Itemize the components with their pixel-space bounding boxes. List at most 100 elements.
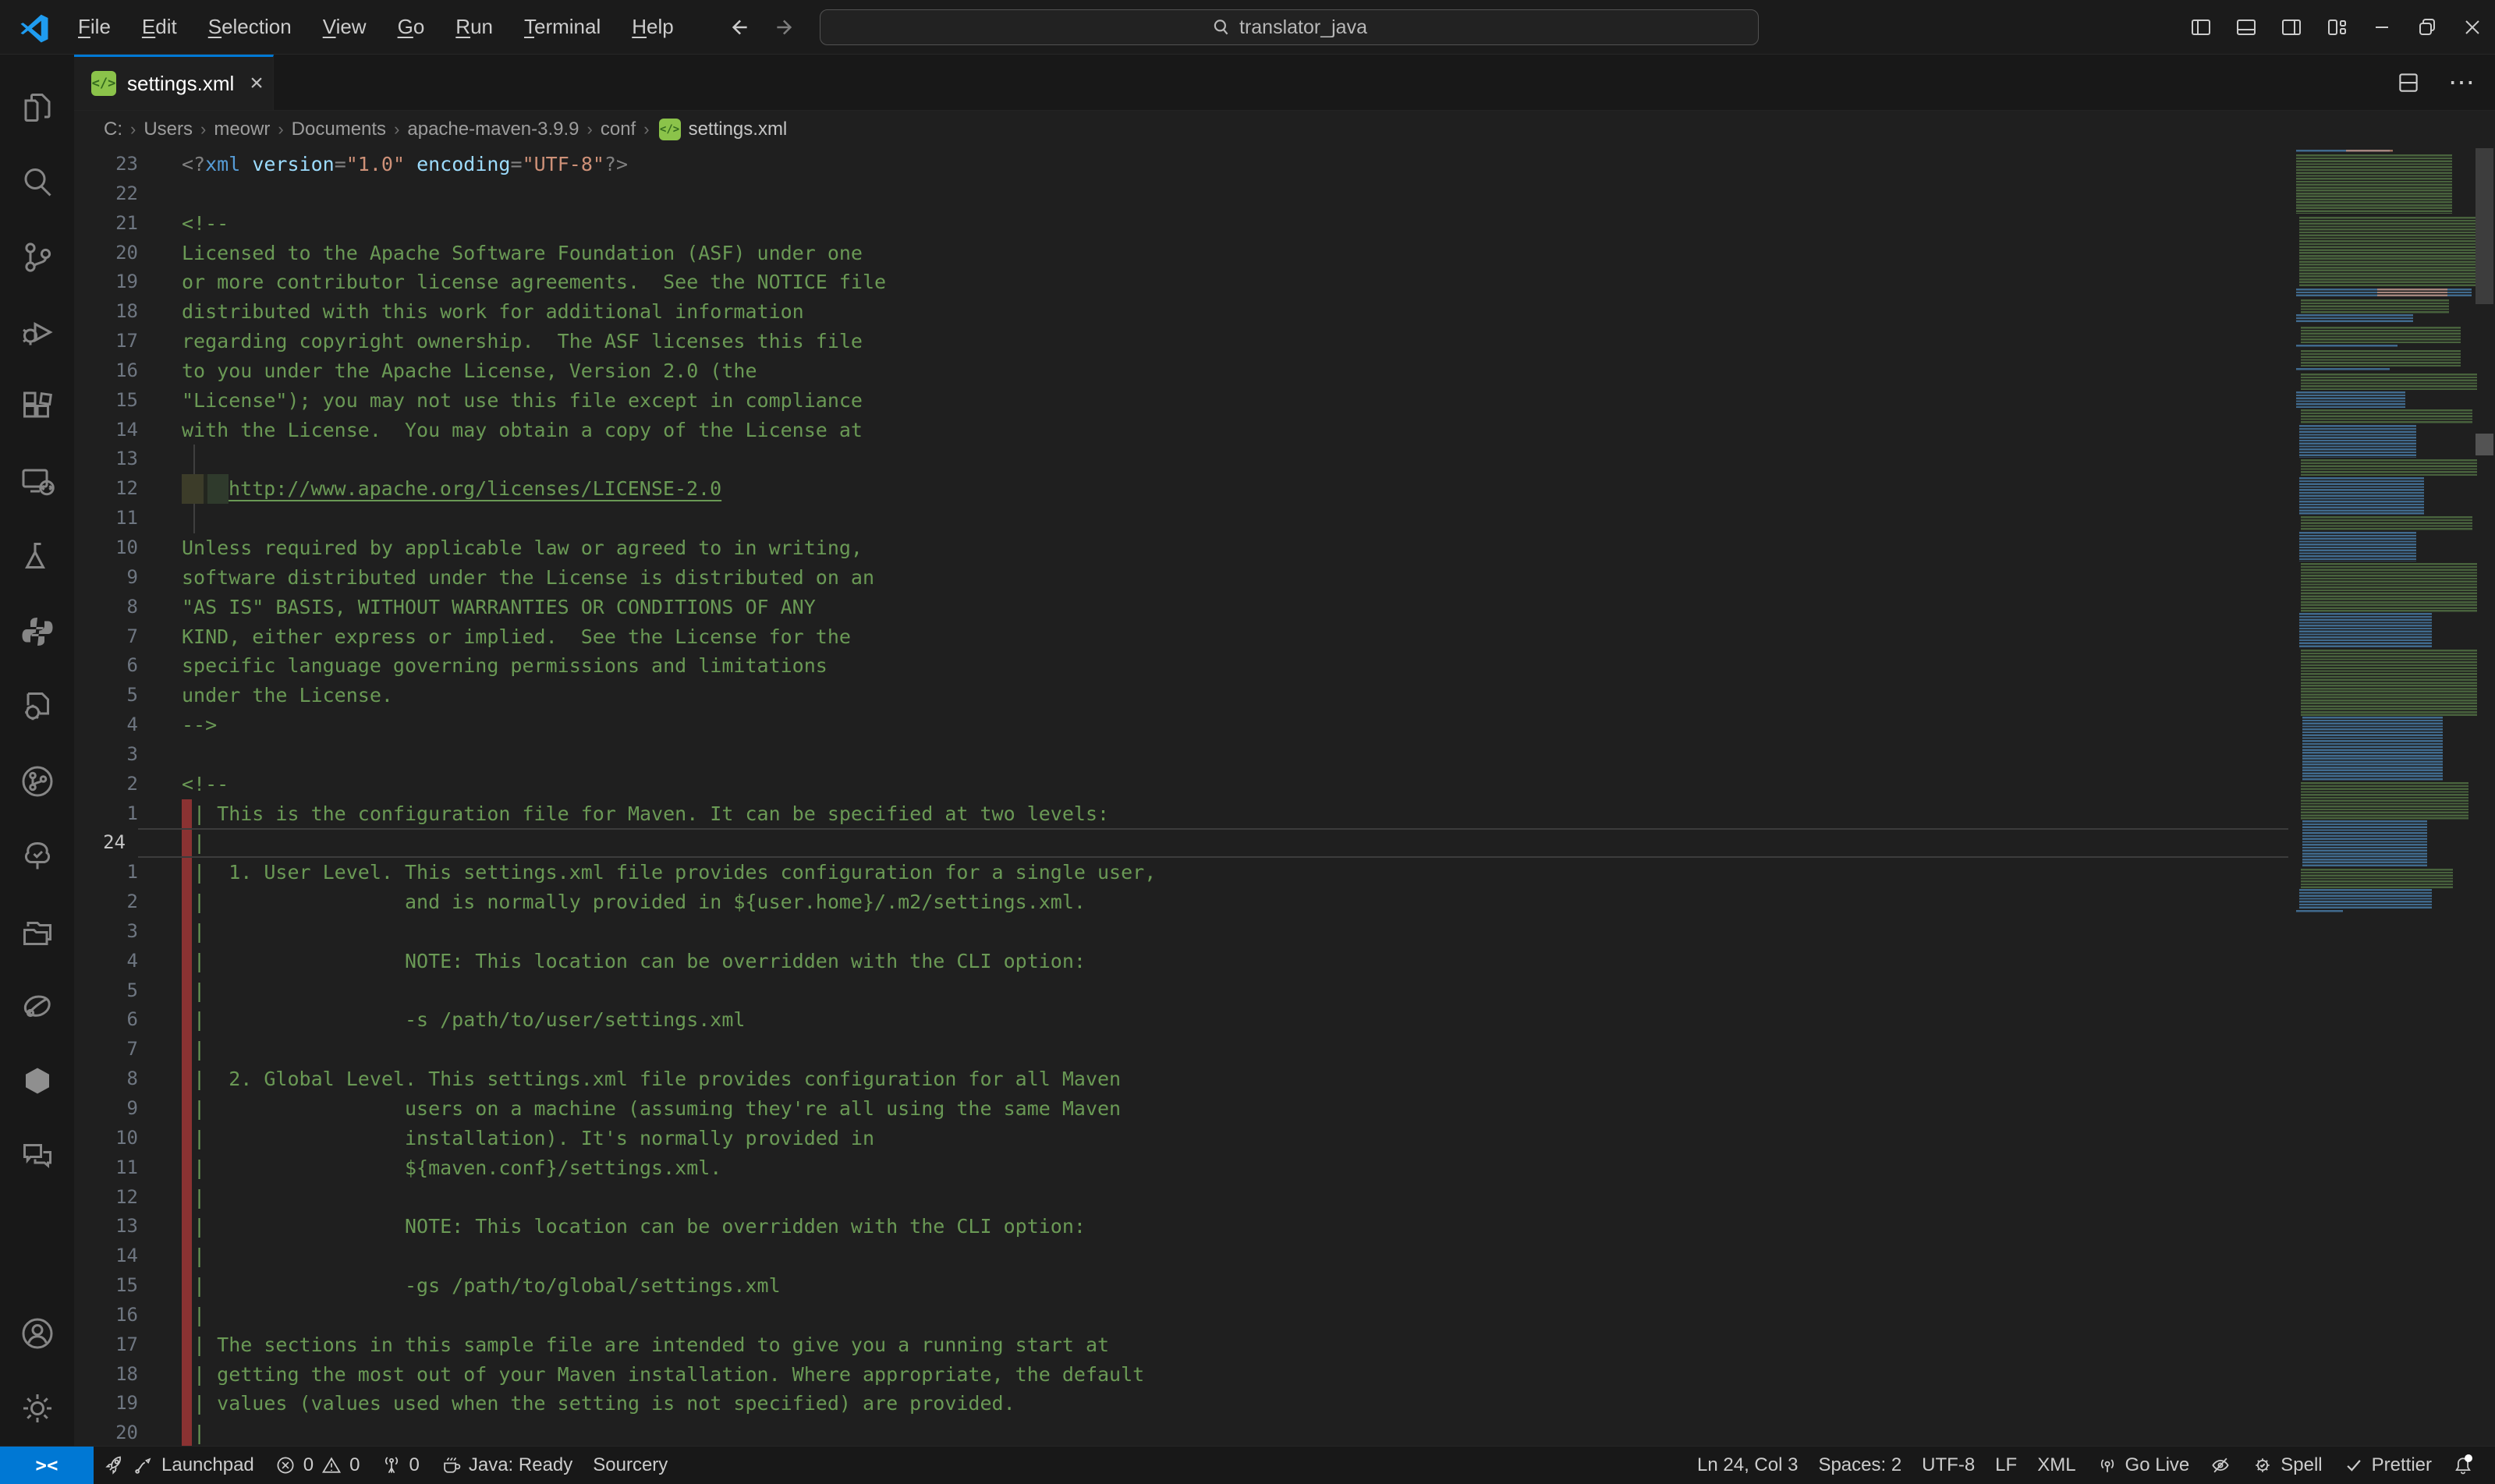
folder-library-icon[interactable] [0, 894, 74, 969]
code-line[interactable]: 5 | [74, 976, 2288, 1006]
code-line[interactable]: 19 | values (values used when the settin… [74, 1389, 2288, 1418]
customize-layout-button[interactable] [2314, 0, 2359, 55]
code-line[interactable]: 12 | [74, 1183, 2288, 1213]
code-line[interactable]: 2 | and is normally provided in ${user.h… [74, 887, 2288, 917]
line-number[interactable]: 10 [88, 533, 138, 563]
code-line[interactable]: 17regarding copyright ownership. The ASF… [74, 327, 2288, 356]
notifications-item[interactable] [2442, 1447, 2484, 1484]
line-number[interactable]: 18 [88, 297, 138, 327]
problems-item[interactable]: 0 0 [264, 1447, 370, 1484]
line-number[interactable]: 20 [88, 239, 138, 268]
line-number[interactable]: 16 [88, 1301, 138, 1330]
remote-indicator[interactable]: >< [0, 1447, 94, 1484]
menu-help[interactable]: Help [618, 9, 687, 45]
line-number[interactable]: 5 [88, 681, 138, 710]
line-number[interactable]: 9 [88, 1094, 138, 1124]
code-line[interactable]: 16 | [74, 1301, 2288, 1330]
indentation-item[interactable]: Spaces: 2 [1808, 1447, 1912, 1484]
hexagon-extension-icon[interactable] [0, 1043, 74, 1118]
code-line[interactable]: 9 | users on a machine (assuming they're… [74, 1094, 2288, 1124]
code-line[interactable]: 11 [74, 504, 2288, 533]
remote-explorer-icon[interactable] [0, 444, 74, 519]
code-line[interactable]: 14 | [74, 1241, 2288, 1271]
command-center-search[interactable]: translator_java [820, 9, 1759, 45]
spell-checker-item[interactable]: Spell [2242, 1447, 2332, 1484]
toggle-secondary-sidebar-button[interactable] [2269, 0, 2314, 55]
line-number[interactable]: 15 [88, 1271, 138, 1301]
line-number[interactable]: 12 [88, 1183, 138, 1213]
minimap[interactable] [2291, 148, 2474, 1446]
line-number[interactable]: 9 [88, 563, 138, 593]
line-number[interactable]: 2 [88, 770, 138, 799]
prettier-item[interactable]: Prettier [2333, 1447, 2442, 1484]
code-line[interactable]: 17 | The sections in this sample file ar… [74, 1330, 2288, 1360]
scrollbar-thumb[interactable] [2476, 148, 2493, 304]
code-line[interactable]: 5under the License. [74, 681, 2288, 710]
line-number[interactable]: 22 [88, 179, 138, 209]
line-number[interactable]: 16 [88, 356, 138, 386]
tree-provider-icon[interactable] [0, 819, 74, 894]
line-number[interactable]: 3 [88, 740, 138, 770]
code-line[interactable]: 23<?xml version="1.0" encoding="UTF-8"?> [74, 150, 2288, 179]
code-line[interactable]: 18 | getting the most out of your Maven … [74, 1360, 2288, 1390]
code-line[interactable]: 18distributed with this work for additio… [74, 297, 2288, 327]
code-line[interactable]: 11 | ${maven.conf}/settings.xml. [74, 1153, 2288, 1183]
breadcrumb-item[interactable]: C: [99, 119, 127, 140]
line-number[interactable]: 4 [88, 710, 138, 740]
code-line[interactable]: 13 [74, 444, 2288, 474]
editor-scrollbar[interactable] [2474, 148, 2495, 1446]
code-line[interactable]: 6specific language governing permissions… [74, 651, 2288, 681]
breadcrumb-item[interactable]: Documents [287, 119, 391, 140]
python-icon[interactable] [0, 594, 74, 669]
code-line[interactable]: 8"AS IS" BASIS, WITHOUT WARRANTIES OR CO… [74, 593, 2288, 622]
menu-run[interactable]: Run [441, 9, 507, 45]
toggle-panel-button[interactable] [2224, 0, 2269, 55]
line-number[interactable]: 19 [88, 267, 138, 297]
breadcrumb-item[interactable]: Users [139, 119, 197, 140]
code-line[interactable]: 8 | 2. Global Level. This settings.xml f… [74, 1064, 2288, 1094]
cursor-position-item[interactable]: Ln 24, Col 3 [1687, 1447, 1808, 1484]
line-number[interactable]: 13 [88, 444, 138, 474]
code-line[interactable]: 1 | 1. User Level. This settings.xml fil… [74, 858, 2288, 887]
breadcrumb-item[interactable]: conf [596, 119, 640, 140]
sourcery-item[interactable]: Sourcery [583, 1447, 678, 1484]
eol-item[interactable]: LF [1985, 1447, 2027, 1484]
settings-gear-icon[interactable] [0, 1371, 74, 1446]
encoding-item[interactable]: UTF-8 [1912, 1447, 1985, 1484]
code-line[interactable]: 19or more contributor license agreements… [74, 267, 2288, 297]
line-number[interactable]: 18 [88, 1360, 138, 1390]
code-line[interactable]: 2<!-- [74, 770, 2288, 799]
line-number[interactable]: 11 [88, 504, 138, 533]
breadcrumb-item[interactable]: meowr [209, 119, 275, 140]
docker-whale-icon[interactable] [0, 969, 74, 1043]
line-number[interactable]: 8 [88, 1064, 138, 1094]
line-number[interactable]: 17 [88, 1330, 138, 1360]
git-graph-icon[interactable] [0, 744, 74, 819]
tab-settings-xml[interactable]: </> settings.xml × [74, 55, 274, 110]
line-number[interactable]: 24 [76, 828, 126, 858]
ports-item[interactable]: 0 [370, 1447, 430, 1484]
code-editor[interactable]: 23<?xml version="1.0" encoding="UTF-8"?>… [74, 148, 2495, 1446]
line-number[interactable]: 10 [88, 1124, 138, 1153]
run-debug-icon[interactable] [0, 295, 74, 370]
line-number[interactable]: 4 [88, 947, 138, 976]
cmake-tools-icon[interactable] [0, 669, 74, 744]
line-number[interactable]: 14 [88, 1241, 138, 1271]
java-status-item[interactable]: Java: Ready [430, 1447, 583, 1484]
line-number[interactable]: 15 [88, 386, 138, 416]
code-line[interactable]: 3 | [74, 917, 2288, 947]
line-number[interactable]: 21 [88, 209, 138, 239]
language-mode-item[interactable]: XML [2027, 1447, 2086, 1484]
line-number[interactable]: 19 [88, 1389, 138, 1418]
line-number[interactable]: 3 [88, 917, 138, 947]
menu-view[interactable]: View [309, 9, 381, 45]
menu-terminal[interactable]: Terminal [510, 9, 615, 45]
launchpad-item[interactable]: Launchpad [94, 1447, 264, 1484]
line-number[interactable]: 1 [88, 799, 138, 829]
forward-arrow-icon[interactable] [772, 14, 799, 41]
code-line-current[interactable]: 24 | [74, 828, 2288, 858]
line-number[interactable]: 8 [88, 593, 138, 622]
code-line[interactable]: 7 | [74, 1035, 2288, 1064]
search-icon[interactable] [0, 145, 74, 220]
line-number[interactable]: 6 [88, 1005, 138, 1035]
